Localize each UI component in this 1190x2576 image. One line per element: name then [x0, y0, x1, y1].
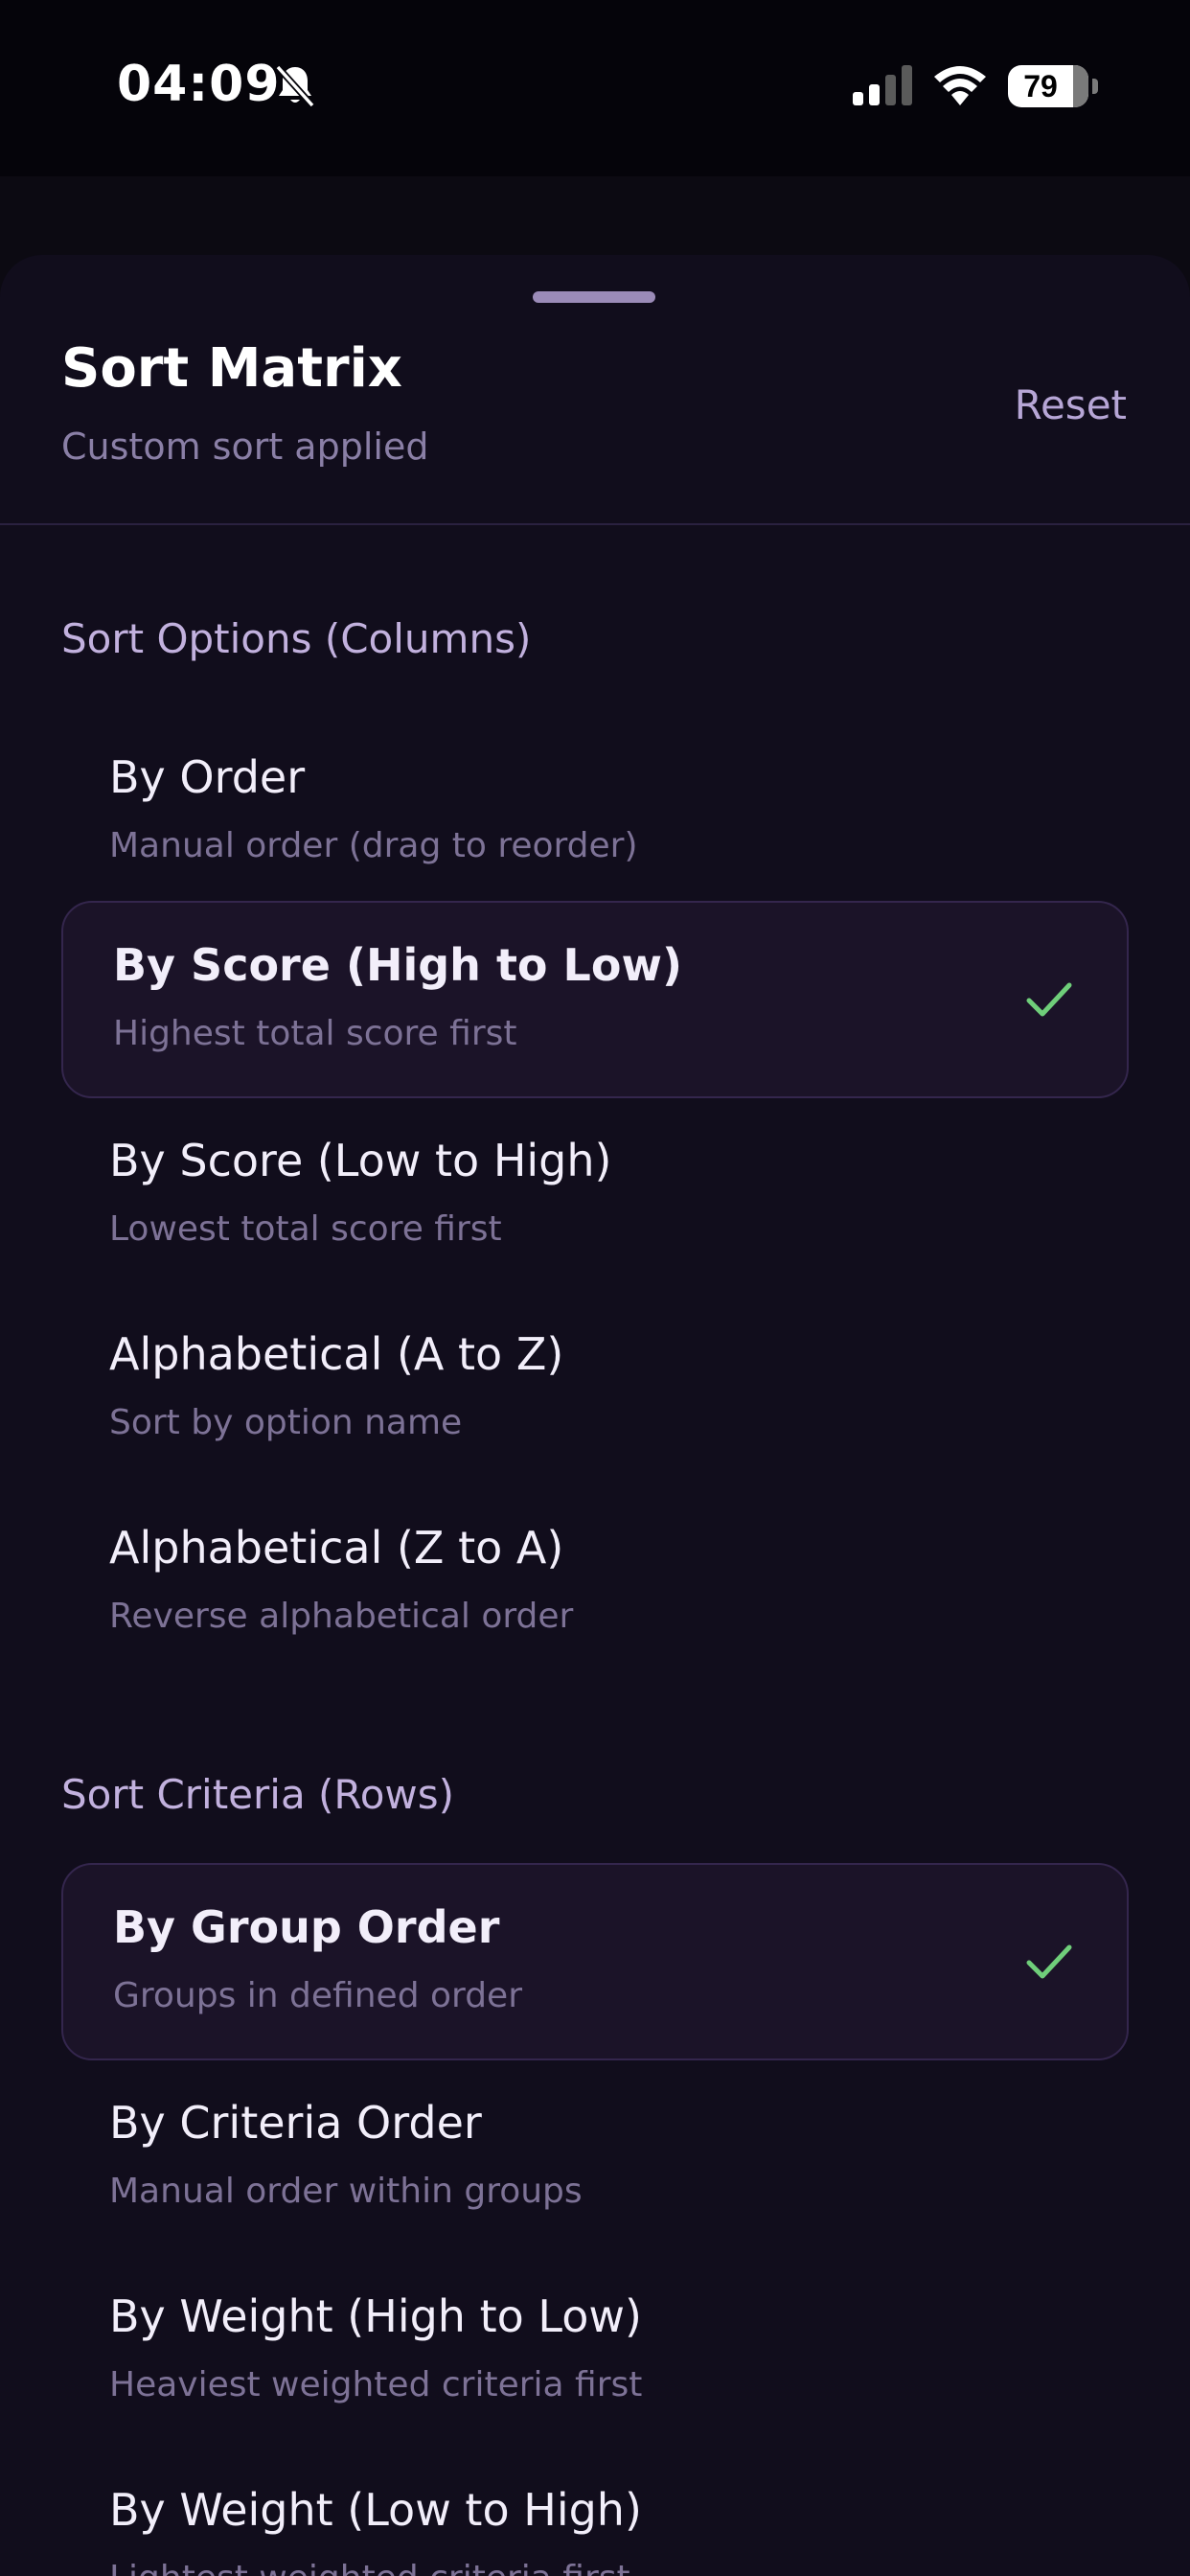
option-description: Lightest weighted criteria first: [109, 2559, 630, 2576]
screen: 04:09 79 Sort Matrix Custom sort applied…: [0, 0, 1190, 2576]
section-title-columns: Sort Options (Columns): [61, 615, 532, 662]
checkmark-icon: [1026, 1944, 1072, 1979]
checkmark-icon: [1026, 982, 1072, 1017]
option-title: By Order: [109, 751, 306, 803]
option-by-order[interactable]: By Order Manual order (drag to reorder): [61, 715, 1129, 912]
option-by-weight-high-to-low[interactable]: By Weight (High to Low) Heaviest weighte…: [61, 2254, 1129, 2451]
option-by-weight-low-to-high[interactable]: By Weight (Low to High) Lightest weighte…: [61, 2448, 1129, 2576]
wifi-icon: [934, 66, 986, 105]
sheet-grabber[interactable]: [533, 291, 655, 303]
sheet-title: Sort Matrix: [61, 337, 402, 400]
option-description: Manual order within groups: [109, 2172, 583, 2211]
option-description: Manual order (drag to reorder): [109, 826, 638, 865]
sort-matrix-sheet: Sort Matrix Custom sort applied Reset So…: [0, 255, 1190, 2576]
option-title: By Score (High to Low): [113, 939, 682, 991]
option-title: By Weight (Low to High): [109, 2484, 642, 2536]
option-title: By Criteria Order: [109, 2097, 482, 2149]
option-title: By Weight (High to Low): [109, 2290, 642, 2342]
option-title: By Group Order: [113, 1901, 500, 1953]
bell-slash-icon: [275, 64, 315, 108]
option-description: Groups in defined order: [113, 1976, 522, 2015]
option-alphabetical-a-to-z[interactable]: Alphabetical (A to Z) Sort by option nam…: [61, 1292, 1129, 1489]
option-by-group-order[interactable]: By Group Order Groups in defined order: [61, 1863, 1129, 2060]
option-description: Highest total score first: [113, 1014, 517, 1053]
status-time: 04:09: [117, 56, 281, 113]
header-divider: [0, 523, 1190, 525]
option-description: Reverse alphabetical order: [109, 1597, 574, 1636]
option-description: Lowest total score first: [109, 1209, 502, 1249]
option-by-score-high-to-low[interactable]: By Score (High to Low) Highest total sco…: [61, 901, 1129, 1098]
status-bar: 04:09 79: [0, 0, 1190, 176]
option-title: By Score (Low to High): [109, 1135, 612, 1186]
battery-level: 79: [1023, 69, 1058, 104]
section-title-rows: Sort Criteria (Rows): [61, 1771, 455, 1818]
battery-nub: [1092, 79, 1098, 94]
option-description: Heaviest weighted criteria first: [109, 2365, 643, 2404]
sheet-subtitle: Custom sort applied: [61, 426, 429, 468]
reset-button[interactable]: Reset: [1015, 381, 1127, 428]
option-by-score-low-to-high[interactable]: By Score (Low to High) Lowest total scor…: [61, 1098, 1129, 1296]
option-title: Alphabetical (Z to A): [109, 1522, 564, 1574]
battery-icon: 79: [1008, 65, 1088, 107]
option-title: Alphabetical (A to Z): [109, 1328, 564, 1380]
cellular-signal-icon: [853, 65, 912, 105]
option-description: Sort by option name: [109, 1403, 463, 1442]
option-by-criteria-order[interactable]: By Criteria Order Manual order within gr…: [61, 2060, 1129, 2258]
option-alphabetical-z-to-a[interactable]: Alphabetical (Z to A) Reverse alphabetic…: [61, 1485, 1129, 1683]
